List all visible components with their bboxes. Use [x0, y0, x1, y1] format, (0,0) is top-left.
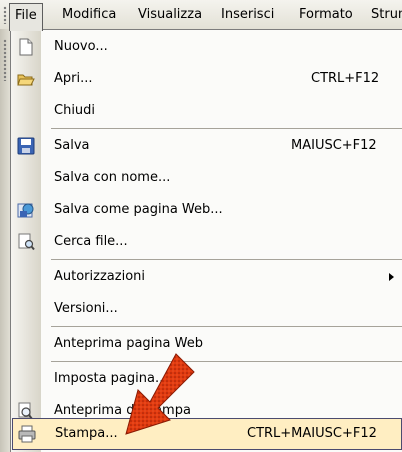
menu-formato[interactable]: Formato — [294, 4, 358, 25]
menu-item-anteprima-web[interactable]: Anteprima pagina Web — [11, 328, 402, 360]
menu-item-salva[interactable]: Salva MAIUSC+F12 — [11, 130, 402, 162]
menu-modifica[interactable]: Modifica — [57, 4, 121, 25]
menu-item-stampa[interactable]: Stampa... CTRL+MAIUSC+F12 — [12, 418, 402, 450]
menu-item-cerca-file[interactable]: Cerca file... — [11, 226, 402, 258]
menu-item-label: Chiudi — [54, 103, 96, 118]
menu-item-salva-con-nome[interactable]: Salva con nome... — [11, 162, 402, 194]
menu-separator — [51, 326, 402, 327]
menu-file[interactable]: File — [9, 3, 43, 31]
menu-item-label: Cerca file... — [54, 234, 128, 249]
search-file-icon — [17, 233, 35, 251]
toolbar-grip-icon[interactable] — [3, 6, 7, 24]
menu-strumenti[interactable]: Strum — [366, 4, 402, 25]
menu-item-apri[interactable]: Apri... CTRL+F12 — [11, 63, 402, 95]
menu-item-label: Nuovo... — [54, 39, 108, 54]
menu-item-versioni[interactable]: Versioni... — [11, 293, 402, 325]
menu-item-label: Apri... — [54, 71, 93, 86]
menu-separator — [51, 259, 402, 260]
menu-item-salva-web[interactable]: Salva come pagina Web... — [11, 194, 402, 226]
menu-item-chiudi[interactable]: Chiudi — [11, 95, 402, 127]
menu-item-label: Salva — [54, 138, 90, 153]
menu-item-autorizzazioni[interactable]: Autorizzazioni — [11, 261, 402, 293]
menu-separator — [51, 128, 402, 129]
menu-inserisci[interactable]: Inserisci — [216, 4, 279, 25]
printer-icon — [18, 425, 36, 443]
menu-item-label: Salva con nome... — [54, 170, 171, 185]
new-document-icon — [17, 38, 35, 56]
file-menu-dropdown: Nuovo... Apri... CTRL+F12 Chiudi Salva M… — [10, 29, 402, 452]
menu-item-label: Autorizzazioni — [54, 269, 145, 284]
submenu-arrow-icon — [389, 273, 394, 281]
menu-item-label: Salva come pagina Web... — [54, 202, 223, 217]
open-folder-icon — [17, 70, 35, 88]
menu-bar: File Modifica Visualizza Inserisci Forma… — [0, 0, 402, 31]
menu-item-imposta-pagina[interactable]: Imposta pagina... — [11, 363, 402, 395]
toolbar-grip-icon[interactable] — [3, 39, 7, 81]
shortcut-label: CTRL+MAIUSC+F12 — [247, 426, 377, 441]
red-pointer-arrow-icon — [125, 353, 195, 435]
menu-visualizza[interactable]: Visualizza — [133, 4, 207, 25]
menu-item-label: Stampa... — [55, 426, 118, 441]
word-screen: File Modifica Visualizza Inserisci Forma… — [0, 0, 402, 452]
menu-item-label: Versioni... — [54, 301, 118, 316]
save-web-icon — [17, 201, 35, 219]
shortcut-label: MAIUSC+F12 — [291, 138, 377, 153]
menu-separator — [51, 361, 402, 362]
shortcut-label: CTRL+F12 — [311, 71, 380, 86]
save-disk-icon — [17, 137, 35, 155]
menu-item-nuovo[interactable]: Nuovo... — [11, 31, 402, 63]
